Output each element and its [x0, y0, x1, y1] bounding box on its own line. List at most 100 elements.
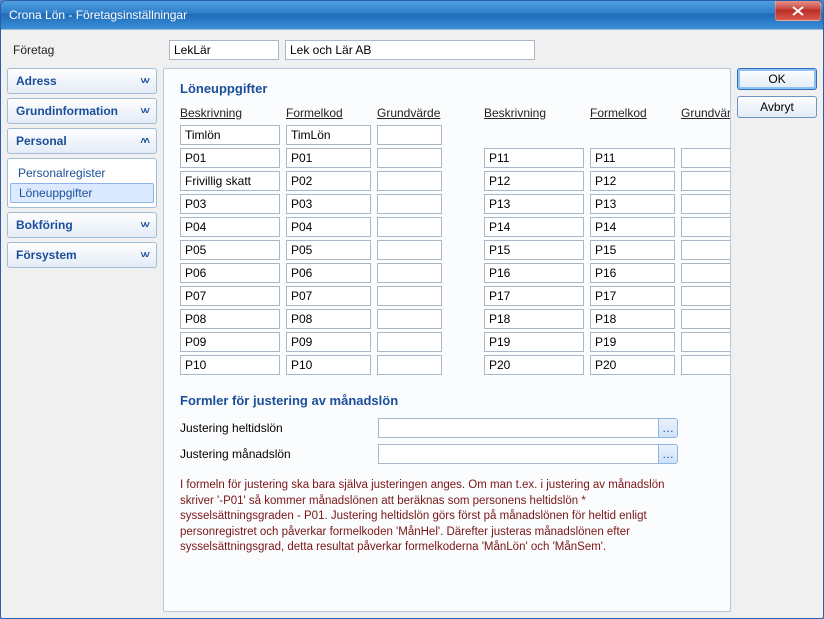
company-name-input[interactable]	[285, 40, 535, 60]
base-cell[interactable]	[377, 194, 442, 214]
desc-cell[interactable]: P04	[180, 217, 280, 237]
base-cell[interactable]	[681, 332, 731, 352]
desc-cell[interactable]: P05	[180, 240, 280, 260]
code-cell[interactable]: P12	[590, 171, 675, 191]
base-cell[interactable]	[377, 148, 442, 168]
base-cell[interactable]	[681, 148, 731, 168]
body: Adress ˅˅ Grundinformation ˅˅ Personal ˄…	[7, 68, 817, 612]
sidebar-item-label: Personal	[16, 134, 67, 148]
code-cell[interactable]: P06	[286, 263, 371, 283]
code-cell[interactable]: P14	[590, 217, 675, 237]
code-cell[interactable]: P10	[286, 355, 371, 375]
code-cell[interactable]: P09	[286, 332, 371, 352]
base-cell[interactable]	[377, 125, 442, 145]
app-window: Crona Lön - Företagsinställningar Företa…	[0, 0, 824, 619]
base-cell[interactable]	[377, 171, 442, 191]
sidebar-item-adress[interactable]: Adress ˅˅	[7, 68, 157, 94]
base-cell[interactable]	[681, 217, 731, 237]
base-cell[interactable]	[377, 217, 442, 237]
company-row: Företag	[7, 36, 817, 62]
base-cell[interactable]	[681, 263, 731, 283]
monthly-picker-button[interactable]: …	[658, 444, 678, 464]
close-button[interactable]	[775, 1, 821, 21]
section-title: Löneuppgifter	[180, 81, 714, 96]
desc-cell[interactable]: P15	[484, 240, 584, 260]
base-cell[interactable]	[681, 286, 731, 306]
ellipsis-icon: …	[662, 421, 674, 435]
base-cell[interactable]	[681, 240, 731, 260]
desc-cell[interactable]: Frivillig skatt	[180, 171, 280, 191]
chevron-down-icon: ˅˅	[140, 106, 148, 117]
desc-cell[interactable]: P06	[180, 263, 280, 283]
ellipsis-icon: …	[662, 447, 674, 461]
code-cell[interactable]: P11	[590, 148, 675, 168]
chevron-down-icon: ˅˅	[140, 76, 148, 87]
code-cell[interactable]: P17	[590, 286, 675, 306]
base-cell[interactable]	[681, 194, 731, 214]
desc-cell[interactable]: P14	[484, 217, 584, 237]
desc-cell[interactable]: P13	[484, 194, 584, 214]
desc-cell[interactable]: P10	[180, 355, 280, 375]
code-cell[interactable]: P20	[590, 355, 675, 375]
sidebar-item-bokforing[interactable]: Bokföring ˅˅	[7, 212, 157, 238]
fulltime-row: Justering heltidslön …	[180, 418, 714, 438]
desc-cell[interactable]: P11	[484, 148, 584, 168]
titlebar-buttons	[775, 1, 823, 29]
code-cell[interactable]: P16	[590, 263, 675, 283]
base-cell[interactable]	[681, 355, 731, 375]
desc-cell[interactable]: P17	[484, 286, 584, 306]
sidebar-item-label: Adress	[16, 74, 57, 88]
desc-cell[interactable]: P16	[484, 263, 584, 283]
code-cell[interactable]: P18	[590, 309, 675, 329]
base-cell[interactable]	[377, 240, 442, 260]
monthly-input[interactable]	[378, 444, 658, 464]
sidebar: Adress ˅˅ Grundinformation ˅˅ Personal ˄…	[7, 68, 157, 612]
sidebar-item-loneuppgifter[interactable]: Löneuppgifter	[10, 183, 154, 203]
desc-cell[interactable]: P18	[484, 309, 584, 329]
sidebar-item-grundinformation[interactable]: Grundinformation ˅˅	[7, 98, 157, 124]
code-cell[interactable]: P15	[590, 240, 675, 260]
code-cell[interactable]: TimLön	[286, 125, 371, 145]
code-cell[interactable]: P13	[590, 194, 675, 214]
base-cell[interactable]	[377, 309, 442, 329]
fulltime-input[interactable]	[378, 418, 658, 438]
code-cell[interactable]: P04	[286, 217, 371, 237]
loneuppgifter-grid: Beskrivning Formelkod Grundvärde Beskriv…	[180, 106, 714, 375]
code-cell[interactable]: P02	[286, 171, 371, 191]
code-cell[interactable]: P19	[590, 332, 675, 352]
code-cell[interactable]: P08	[286, 309, 371, 329]
help-text: I formeln för justering ska bara själva …	[180, 478, 700, 556]
col-head-code: Formelkod	[286, 106, 371, 122]
desc-cell[interactable]: P07	[180, 286, 280, 306]
ok-button[interactable]: OK	[737, 68, 817, 90]
desc-cell[interactable]: P12	[484, 171, 584, 191]
code-cell[interactable]: P03	[286, 194, 371, 214]
sidebar-subpanel-personal: Personalregister Löneuppgifter	[7, 158, 157, 208]
base-cell[interactable]	[377, 263, 442, 283]
base-cell[interactable]	[377, 286, 442, 306]
desc-cell[interactable]: Timlön	[180, 125, 280, 145]
chevron-down-icon: ˅˅	[140, 220, 148, 231]
company-code-input[interactable]	[169, 40, 279, 60]
sidebar-item-forsystem[interactable]: Försystem ˅˅	[7, 242, 157, 268]
close-icon	[792, 6, 804, 16]
desc-cell[interactable]: P09	[180, 332, 280, 352]
fulltime-picker-button[interactable]: …	[658, 418, 678, 438]
desc-cell[interactable]: P20	[484, 355, 584, 375]
desc-cell[interactable]: P03	[180, 194, 280, 214]
chevron-down-icon: ˅˅	[140, 250, 148, 261]
right-column: OK Avbryt	[737, 68, 817, 612]
desc-cell[interactable]: P01	[180, 148, 280, 168]
sidebar-item-personal[interactable]: Personal ˄˄	[7, 128, 157, 154]
code-cell[interactable]: P05	[286, 240, 371, 260]
desc-cell[interactable]: P19	[484, 332, 584, 352]
desc-cell[interactable]: P08	[180, 309, 280, 329]
base-cell[interactable]	[377, 355, 442, 375]
base-cell[interactable]	[681, 309, 731, 329]
code-cell[interactable]: P01	[286, 148, 371, 168]
cancel-button[interactable]: Avbryt	[737, 96, 817, 118]
base-cell[interactable]	[377, 332, 442, 352]
base-cell[interactable]	[681, 171, 731, 191]
code-cell[interactable]: P07	[286, 286, 371, 306]
sidebar-item-personalregister[interactable]: Personalregister	[8, 163, 156, 183]
